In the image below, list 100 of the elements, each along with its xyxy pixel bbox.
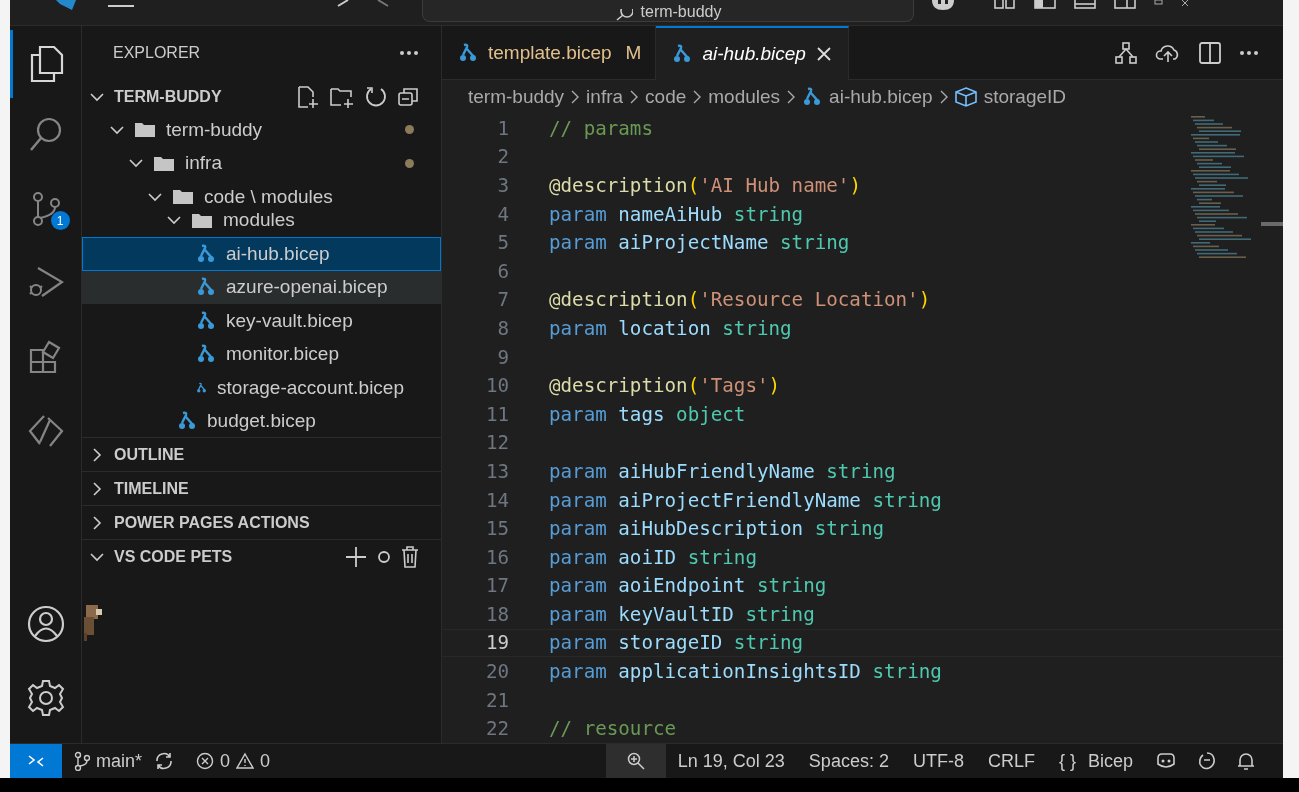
line-number: 13	[484, 459, 509, 483]
more-actions-icon[interactable]	[399, 50, 419, 56]
line-number: 16	[484, 545, 509, 569]
code-line: param tags object	[549, 402, 746, 426]
section-header[interactable]: VS CODE PETS	[82, 539, 441, 573]
breadcrumb[interactable]: infra	[586, 86, 624, 108]
sync-icon[interactable]	[154, 752, 175, 770]
secondary-sidebar-icon[interactable]	[1114, 0, 1136, 10]
editor-tab[interactable]: ai-hub.bicep	[656, 26, 849, 80]
settings-icon[interactable]	[26, 679, 65, 717]
chevron-icon	[90, 551, 104, 562]
chevron-right-icon	[571, 90, 580, 104]
tree-item[interactable]: ai-hub.bicep	[82, 237, 441, 271]
code-line: param aiProjectFriendlyName string	[549, 488, 942, 512]
code-line: param nameAiHub string	[549, 202, 804, 226]
panel-toggle-icon[interactable]	[1074, 0, 1096, 10]
file-icon	[196, 344, 216, 365]
panel-title: EXPLORER	[113, 44, 201, 62]
breadcrumb[interactable]: ai-hub.bicep	[829, 86, 933, 108]
files-icon	[30, 45, 64, 83]
line-number: 1	[496, 116, 509, 140]
line-number: 8	[496, 316, 509, 340]
error-icon	[196, 752, 215, 770]
code-line: param aiHubFriendlyName string	[549, 459, 896, 483]
branch-indicator[interactable]: main*	[62, 750, 155, 772]
activity-item[interactable]: 1	[9, 172, 82, 246]
pet-drawing	[82, 603, 104, 643]
new-file-icon[interactable]	[297, 84, 319, 109]
tree-item[interactable]: term-buddy	[82, 113, 441, 147]
problems-indicator[interactable]: 0 0	[184, 750, 283, 772]
cloud-upload-icon[interactable]	[1155, 42, 1181, 63]
file-icon	[672, 44, 693, 64]
tree-item[interactable]: infra	[82, 146, 441, 180]
search-icon	[614, 9, 633, 21]
cube-icon	[954, 87, 977, 107]
chevron-icon	[90, 91, 104, 102]
folder-icon	[191, 211, 213, 229]
plus-icon[interactable]	[345, 545, 367, 568]
line-number: 5	[496, 231, 509, 255]
collapse-all-icon[interactable]	[397, 85, 419, 108]
trash-icon[interactable]	[401, 545, 419, 568]
code-line: param aiProjectName string	[549, 231, 850, 255]
breadcrumb[interactable]: code	[645, 86, 687, 108]
line-number: 12	[484, 431, 509, 455]
chevron-right-icon	[939, 90, 948, 104]
copilot-icon[interactable]	[1155, 752, 1177, 770]
branch-icon	[74, 751, 90, 771]
menu-icon[interactable]	[108, 2, 134, 10]
line-ending-setting[interactable]: CRLF	[975, 750, 1047, 772]
zoom-button[interactable]	[605, 744, 666, 778]
file-icon	[458, 42, 478, 63]
close-icon[interactable]	[815, 46, 832, 62]
copilot-icon[interactable]	[930, 0, 956, 12]
split-editor-icon[interactable]	[1199, 41, 1221, 64]
encoding-setting[interactable]: UTF-8	[900, 750, 976, 772]
line-number: 3	[496, 174, 509, 197]
tree-item[interactable]: storage-account.bicep	[82, 371, 441, 405]
code-line: param aiHubDescription string	[549, 517, 885, 541]
line-number: 15	[484, 517, 509, 541]
hierarchy-icon[interactable]	[1115, 41, 1137, 64]
language-mode[interactable]: { } Bicep	[1046, 750, 1145, 772]
section-header[interactable]: TERM-BUDDY	[82, 80, 441, 113]
layout-icon[interactable]	[994, 0, 1016, 10]
folder-icon	[172, 188, 194, 206]
folder-icon	[134, 121, 156, 139]
section-header[interactable]: POWER PAGES ACTIONS	[82, 505, 441, 539]
indentation-setting[interactable]: Spaces: 2	[796, 750, 901, 772]
section-header[interactable]: TIMELINE	[82, 471, 441, 505]
warning-icon	[236, 752, 255, 770]
file-icon	[196, 277, 216, 298]
chevron-icon	[92, 515, 102, 530]
cursor-position[interactable]: Ln 19, Col 23	[665, 750, 797, 772]
line-number: 6	[496, 259, 509, 283]
circle-icon[interactable]	[377, 549, 391, 564]
breadcrumb[interactable]: storageID	[983, 86, 1066, 108]
code-line: param storageID string	[549, 631, 804, 655]
sidebar-toggle-icon[interactable]	[1034, 0, 1056, 10]
breadcrumb[interactable]: term-buddy	[468, 86, 565, 108]
modified-indicator: M	[625, 41, 642, 64]
tree-item[interactable]: budget.bicep	[82, 404, 441, 437]
tree-item[interactable]: monitor.bicep	[82, 337, 441, 371]
tree-item[interactable]: key-vault.bicep	[82, 304, 441, 338]
code-line: @description('Resource Location')	[549, 288, 931, 312]
minimize-icon[interactable]	[1154, 0, 1164, 6]
command-search-field[interactable]: term-buddy	[422, 0, 914, 22]
line-number: 9	[496, 345, 509, 369]
scrollbar-thumb[interactable]	[1261, 222, 1283, 226]
feedback-icon[interactable]	[1197, 751, 1217, 771]
notifications-icon[interactable]	[1237, 751, 1255, 771]
account-icon[interactable]	[26, 605, 65, 643]
more-actions-icon[interactable]	[1239, 49, 1259, 56]
code-line: // resource	[549, 717, 677, 741]
tree-item[interactable]: azure-openai.bicep	[82, 270, 441, 304]
line-number: 20	[484, 660, 509, 684]
source-control-icon	[30, 191, 61, 227]
refresh-icon[interactable]	[365, 85, 387, 108]
breadcrumb[interactable]: modules	[708, 86, 781, 108]
line-number: 18	[484, 602, 509, 626]
line-number: 19	[484, 631, 509, 655]
section-header[interactable]: OUTLINE	[82, 437, 441, 471]
